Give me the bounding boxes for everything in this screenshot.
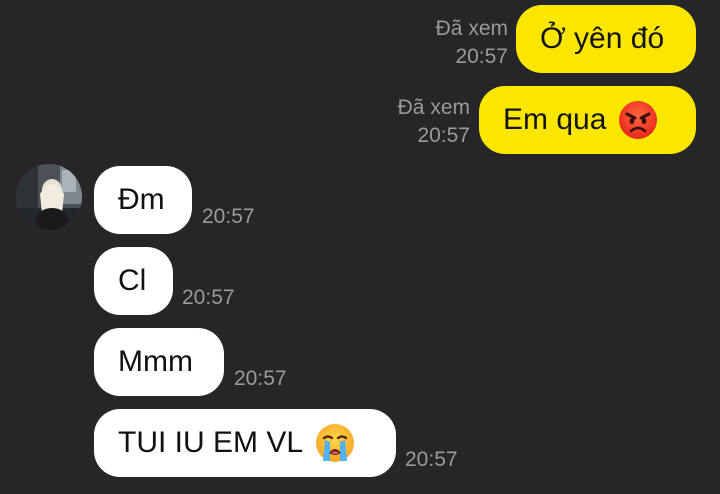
message-text: Mmm (118, 345, 193, 378)
message-text: TUI IU EM VL (118, 426, 304, 459)
message-time: 20:57 (405, 448, 458, 471)
outgoing-message-bubble[interactable]: Em qua (479, 86, 696, 154)
message-text: Em qua (503, 103, 607, 136)
message-time: 20:57 (234, 367, 287, 390)
seen-label: Đã xem (435, 17, 508, 40)
message-text: Cl (118, 264, 147, 297)
avatar-image (16, 164, 82, 230)
message-text: Đm (118, 183, 165, 216)
message-time: 20:57 (455, 45, 508, 68)
message-status: Đã xem 20:57 (436, 15, 508, 71)
message-time: 20:57 (202, 205, 255, 228)
incoming-message-bubble[interactable]: TUI IU EM VL (94, 409, 396, 477)
contact-avatar[interactable] (16, 164, 82, 230)
message-text: Ở yên đó (540, 22, 665, 55)
message-time: 20:57 (417, 124, 470, 147)
loudly-crying-face-icon (316, 424, 355, 462)
chat-conversation: Đã xem 20:57 Ở yên đó Đã xem 20:57 Em qu… (0, 0, 720, 494)
incoming-message-bubble[interactable]: Cl (94, 247, 173, 315)
outgoing-message-bubble[interactable]: Ở yên đó (516, 5, 696, 73)
message-status: Đã xem 20:57 (398, 94, 470, 150)
message-time: 20:57 (182, 286, 235, 309)
incoming-message-bubble[interactable]: Mmm (94, 328, 224, 396)
seen-label: Đã xem (397, 96, 470, 119)
angry-face-icon (619, 101, 658, 139)
incoming-message-bubble[interactable]: Đm (94, 166, 192, 234)
